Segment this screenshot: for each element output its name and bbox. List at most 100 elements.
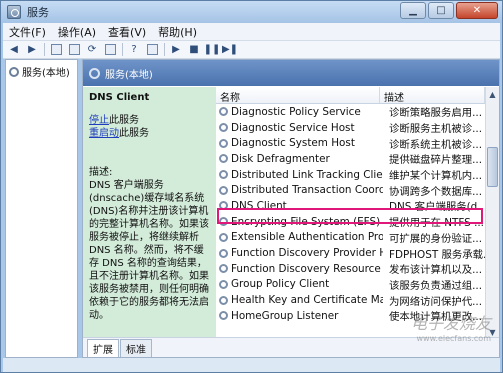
service-row[interactable]: Disk Defragmenter 提供磁盘碎片整理... [216, 151, 499, 167]
service-name: Distributed Link Tracking Client [231, 168, 383, 181]
service-description: 诊断系统主机被诊... [389, 138, 483, 151]
help-icon[interactable]: ? [127, 43, 141, 57]
service-description: DNS 客户端服务(dnscache)缓存域名系统(DNS)名称并注册该计算机的… [89, 180, 209, 321]
stop-link-suffix: 此服务 [109, 115, 139, 126]
service-actions: 停止此服务 重启动此服务 [89, 114, 210, 140]
pause-service-icon[interactable]: ❚❚ [204, 43, 221, 57]
watermark: 电子发烧友 www.elecfans.com [411, 310, 491, 343]
service-name: Diagnostic Policy Service [231, 105, 361, 118]
service-description: FDPHOST 服务承载... [389, 248, 493, 261]
services-window: 服务 ▁ □ ✕ 文件(F) 操作(A) 查看(V) 帮助(H) ◀ ▶ ⟳ ?… [0, 0, 503, 373]
tree-item-label: 服务(本地) [22, 68, 70, 79]
service-name: HomeGroup Listener [231, 309, 339, 322]
service-gear-icon [219, 248, 228, 258]
start-service-icon[interactable]: ▶ [169, 43, 183, 57]
watermark-url: www.elecfans.com [416, 334, 492, 343]
restart-link-suffix: 此服务 [119, 128, 149, 139]
stop-service-icon[interactable]: ■ [187, 43, 201, 57]
service-row[interactable]: Distributed Link Tracking Client 维护某个计算机内… [216, 167, 499, 183]
service-gear-icon [219, 264, 228, 274]
scrollbar-thumb[interactable] [487, 147, 498, 187]
toolbar-separator [164, 43, 165, 56]
service-row[interactable]: Function Discovery Provider H... FDPHOST … [216, 245, 499, 261]
mmc-icon[interactable] [145, 43, 159, 57]
service-gear-icon [219, 123, 228, 133]
menu-view[interactable]: 查看(V) [102, 24, 152, 40]
restart-service-icon[interactable]: ▶❚ [222, 43, 238, 57]
service-rows: Diagnostic Policy Service 诊断策略服务启用... Dia… [216, 104, 499, 324]
service-gear-icon [219, 232, 228, 242]
service-gear-icon [219, 154, 228, 164]
selected-service-name: DNS Client [89, 92, 150, 103]
menu-action[interactable]: 操作(A) [52, 24, 102, 40]
title-bar[interactable]: 服务 ▁ □ ✕ [1, 1, 502, 23]
service-name: Distributed Transaction Coordi... [231, 184, 383, 197]
window-controls: ▁ □ ✕ [398, 2, 498, 19]
service-detail-panel: DNS Client 停止此服务 重启动此服务 描述: DNS 客户端服务(dn… [83, 87, 216, 339]
watermark-logo-text: 电子发烧友 [410, 314, 491, 333]
maximize-button[interactable]: □ [428, 2, 454, 19]
console-tree: 服务(本地) [5, 59, 78, 358]
status-bar [3, 358, 500, 372]
properties-icon[interactable] [67, 43, 81, 57]
pane-header-title: 服务(本地) [105, 69, 153, 81]
back-arrow-icon[interactable]: ◀ [7, 43, 21, 57]
minimize-button[interactable]: ▁ [400, 2, 426, 19]
service-description: 该服务负责通过组... [389, 279, 483, 292]
services-list: 名称 描述 Diagnostic Policy Service 诊断策略服务启用.… [216, 87, 499, 339]
pane-header: 服务(本地) [83, 60, 499, 86]
service-row[interactable]: Diagnostic Service Host 诊断服务主机被诊... [216, 120, 499, 136]
tab-extended[interactable]: 扩展 [87, 339, 119, 357]
export-list-icon[interactable] [103, 43, 117, 57]
close-button[interactable]: ✕ [456, 2, 498, 19]
service-name: Diagnostic Service Host [231, 121, 355, 134]
gear-icon [9, 66, 19, 77]
service-gear-icon [219, 107, 228, 117]
services-pane: 服务(本地) DNS Client 停止此服务 重启动此服务 描述: DNS 客… [82, 59, 500, 358]
column-header-description[interactable]: 描述 [380, 87, 485, 104]
service-row[interactable]: Diagnostic System Host 诊断系统主机被诊... [216, 135, 499, 151]
toolbar-separator [44, 43, 45, 56]
service-description: 可扩展的身份验证... [389, 232, 483, 245]
service-row[interactable]: Health Key and Certificate Ma... 为网络访问保护代… [216, 292, 499, 308]
forward-arrow-icon[interactable]: ▶ [25, 43, 39, 57]
service-row[interactable]: Distributed Transaction Coordi... 协调跨多个数据… [216, 182, 499, 198]
service-description: 维护某个计算机内... [389, 170, 483, 183]
service-name: Function Discovery Provider H... [231, 247, 383, 260]
service-row[interactable]: Extensible Authentication Prot... 可扩展的身份验… [216, 230, 499, 246]
service-description: 发布该计算机以及... [389, 264, 483, 277]
restart-service-link[interactable]: 重启动 [89, 128, 119, 139]
tree-item-services-local[interactable]: 服务(本地) [6, 60, 77, 83]
menu-file[interactable]: 文件(F) [3, 24, 52, 40]
service-description: 诊断服务主机被诊... [389, 123, 483, 136]
column-header-name[interactable]: 名称 [216, 87, 380, 104]
refresh-icon[interactable]: ⟳ [85, 43, 99, 57]
service-row[interactable]: Group Policy Client 该服务负责通过组... [216, 277, 499, 293]
toolbar-separator [122, 43, 123, 56]
selection-highlight-box [217, 208, 483, 224]
service-description: 为网络访问保护代... [389, 295, 483, 308]
service-gear-icon [219, 170, 228, 180]
services-app-icon [7, 5, 21, 19]
service-name: Function Discovery Resource P... [231, 262, 383, 275]
service-description: 诊断策略服务启用... [389, 107, 483, 120]
scroll-up-arrow-icon[interactable]: ▲ [486, 87, 499, 101]
service-gear-icon [219, 185, 228, 195]
window-title: 服务 [27, 6, 49, 19]
stop-service-link[interactable]: 停止 [89, 115, 109, 126]
service-description: 提供磁盘碎片整理... [389, 154, 483, 167]
service-description: 协调跨多个数据库... [389, 185, 483, 198]
service-name: Health Key and Certificate Ma... [231, 294, 383, 307]
menu-help[interactable]: 帮助(H) [152, 24, 203, 40]
service-row[interactable]: Diagnostic Policy Service 诊断策略服务启用... [216, 104, 499, 120]
service-gear-icon [219, 138, 228, 148]
list-header: 名称 描述 [216, 87, 499, 104]
service-name: Extensible Authentication Prot... [231, 231, 383, 244]
show-console-tree-icon[interactable] [49, 43, 63, 57]
service-row[interactable]: Function Discovery Resource P... 发布该计算机以及… [216, 261, 499, 277]
tab-standard[interactable]: 标准 [120, 339, 152, 357]
description-label: 描述: [89, 167, 113, 178]
service-gear-icon [219, 279, 228, 289]
menu-bar: 文件(F) 操作(A) 查看(V) 帮助(H) [3, 23, 500, 41]
vertical-scrollbar[interactable]: ▲ ▼ [485, 87, 499, 339]
